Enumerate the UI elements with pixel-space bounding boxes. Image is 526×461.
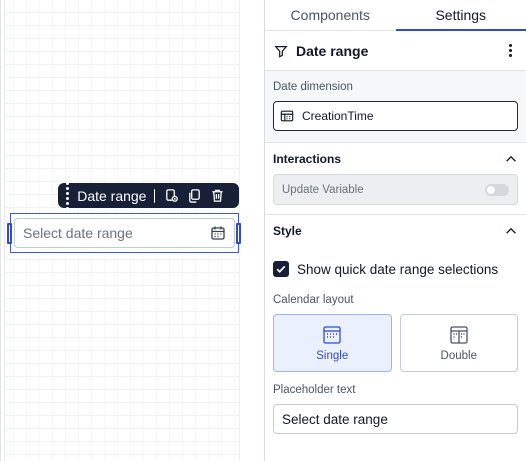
placeholder-text-input[interactable]: Select date range	[273, 404, 518, 434]
update-variable-toggle[interactable]	[485, 183, 509, 196]
style-title: Style	[273, 223, 302, 238]
calendar-layout-label: Calendar layout	[273, 294, 354, 306]
settings-copy-icon[interactable]	[164, 188, 179, 204]
date-dimension-label: Date dimension	[273, 81, 353, 93]
resize-handle-right[interactable]	[236, 223, 241, 244]
style-header[interactable]: Style	[273, 215, 518, 246]
placeholder-text-value: Select date range	[282, 411, 388, 427]
quick-ranges-checkbox[interactable]	[273, 261, 289, 277]
duplicate-icon[interactable]	[187, 188, 202, 204]
delete-icon[interactable]	[210, 188, 225, 204]
toolbar-divider	[154, 188, 155, 203]
layout-option-double-label: Double	[440, 349, 477, 362]
widget-toolbar-title: Date range	[77, 187, 147, 204]
double-calendar-icon	[450, 325, 468, 344]
resize-handle-left[interactable]	[7, 223, 12, 244]
panel-header: Date range	[265, 31, 526, 71]
quick-ranges-label: Show quick date range selections	[297, 261, 499, 277]
drag-handle-icon[interactable]	[66, 181, 71, 210]
tab-components[interactable]: Components	[265, 0, 396, 30]
date-range-input[interactable]: Select date range	[14, 218, 235, 248]
style-section: Style Show quick date range selections C…	[265, 215, 526, 434]
checkmark-icon	[276, 265, 286, 273]
table-icon	[280, 110, 294, 122]
tab-settings[interactable]: Settings	[395, 0, 526, 31]
interactions-section: Interactions Update Variable	[265, 143, 526, 215]
panel-title: Date range	[296, 42, 369, 59]
layout-option-single-label: Single	[316, 349, 349, 362]
kebab-menu-icon[interactable]	[503, 43, 517, 59]
date-dimension-value: CreationTime	[302, 109, 374, 123]
canvas-gutter	[239, 0, 265, 461]
date-dimension-section: Date dimension CreationTime	[265, 71, 526, 143]
date-dimension-field[interactable]: CreationTime	[273, 101, 518, 131]
dashboard-canvas: Date range Select date range	[0, 0, 265, 461]
placeholder-text-label: Placeholder text	[273, 384, 356, 396]
update-variable-row: Update Variable	[273, 174, 518, 205]
filter-icon	[274, 45, 288, 58]
layout-option-double[interactable]: Double	[399, 314, 518, 372]
chevron-up-icon[interactable]	[504, 224, 518, 238]
interactions-header[interactable]: Interactions	[273, 143, 518, 174]
calendar-icon	[211, 226, 225, 240]
panel-tabs: Components Settings	[265, 0, 526, 31]
layout-option-single[interactable]: Single	[273, 314, 392, 372]
interactions-title: Interactions	[273, 151, 342, 166]
single-calendar-icon	[323, 325, 341, 344]
calendar-layout-options: Single Double	[273, 314, 518, 372]
chevron-up-icon[interactable]	[504, 152, 518, 166]
quick-ranges-row[interactable]: Show quick date range selections	[273, 258, 518, 280]
update-variable-label: Update Variable	[282, 183, 364, 196]
canvas-edge	[1, 0, 5, 461]
settings-panel: Components Settings Date range Date dime…	[264, 0, 526, 461]
widget-toolbar: Date range	[58, 181, 239, 210]
date-range-placeholder: Select date range	[23, 225, 133, 241]
